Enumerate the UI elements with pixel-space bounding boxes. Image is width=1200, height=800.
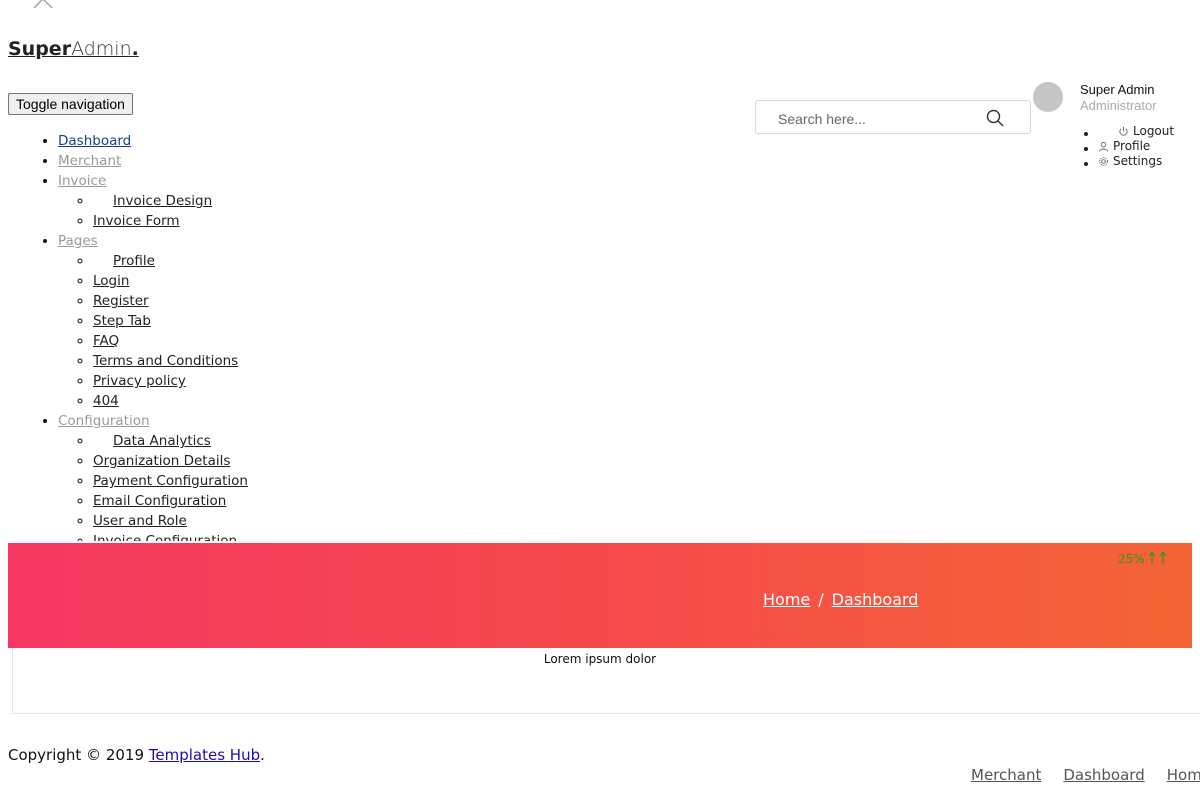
nav-link-invoice[interactable]: Invoice bbox=[58, 173, 106, 189]
nav-item-configuration: Configuration Data Analytics Organizatio… bbox=[58, 411, 600, 541]
power-icon bbox=[1119, 126, 1128, 136]
user-menu-item-logout[interactable]: Logout bbox=[1098, 124, 1174, 139]
nav-link-organization-details[interactable]: Organization Details bbox=[93, 453, 230, 469]
footer-link-home[interactable]: Home bbox=[1167, 766, 1200, 784]
nav-link-configuration[interactable]: Configuration bbox=[58, 413, 150, 429]
breadcrumb-dashboard[interactable]: Dashboard bbox=[832, 590, 919, 609]
nav-link-terms[interactable]: Terms and Conditions bbox=[93, 353, 238, 369]
nav-item-invoice: Invoice Invoice Design Invoice Form bbox=[58, 171, 600, 231]
nav-link-invoice-design[interactable]: Invoice Design bbox=[113, 193, 212, 209]
nav-link-404[interactable]: 404 bbox=[93, 393, 119, 409]
logout-label: Logout bbox=[1133, 124, 1175, 138]
submenu-item: Login bbox=[93, 271, 600, 291]
brand-logo[interactable]: SuperAdmin. bbox=[8, 38, 139, 60]
footer-link-dashboard[interactable]: Dashboard bbox=[1063, 766, 1144, 784]
submenu-item: Payment Configuration bbox=[93, 471, 600, 491]
brand-dot: . bbox=[131, 38, 139, 60]
templates-hub-link[interactable]: Templates Hub bbox=[149, 746, 260, 764]
nav-link-login[interactable]: Login bbox=[93, 273, 129, 289]
nav-link-profile[interactable]: Profile bbox=[113, 253, 155, 269]
submenu-item: Invoice Design bbox=[93, 191, 600, 211]
brand-light: Admin bbox=[71, 38, 132, 60]
submenu-item: Organization Details bbox=[93, 451, 600, 471]
submenu-item: Privacy policy bbox=[93, 371, 600, 391]
breadcrumb: Home / Dashboard bbox=[763, 590, 918, 609]
submenu-item: Terms and Conditions bbox=[93, 351, 600, 371]
gear-icon bbox=[1099, 157, 1108, 166]
profile-label: Profile bbox=[1113, 139, 1151, 153]
submenu-item: FAQ bbox=[93, 331, 600, 351]
nav-link-user-and-role[interactable]: User and Role bbox=[93, 513, 187, 529]
close-icon[interactable] bbox=[32, 0, 54, 10]
breadcrumb-home[interactable]: Home bbox=[763, 590, 810, 609]
nav-link-invoice-form[interactable]: Invoice Form bbox=[93, 213, 180, 229]
nav-link-dashboard[interactable]: Dashboard bbox=[58, 133, 131, 149]
user-icon bbox=[1098, 141, 1109, 152]
nav-link-data-analytics[interactable]: Data Analytics bbox=[113, 433, 211, 449]
user-name[interactable]: Super Admin bbox=[1080, 82, 1154, 97]
user-dropdown-menu: Logout Profile Settings bbox=[1098, 124, 1174, 169]
nav-link-pages[interactable]: Pages bbox=[58, 233, 98, 249]
stat-value: 25% bbox=[1118, 552, 1145, 566]
nav-link-privacy[interactable]: Privacy policy bbox=[93, 373, 186, 389]
arrow-up-icon bbox=[1147, 550, 1167, 564]
nav-list: Dashboard Merchant Invoice Invoice Desig… bbox=[0, 131, 600, 541]
settings-label: Settings bbox=[1113, 154, 1163, 168]
submenu-item: User and Role bbox=[93, 511, 600, 531]
sidebar-nav: Dashboard Merchant Invoice Invoice Desig… bbox=[0, 131, 600, 541]
avatar[interactable] bbox=[1033, 82, 1063, 112]
footer-links: Merchant Dashboard Home bbox=[971, 766, 1200, 784]
page: SuperAdmin. Toggle navigation Super Admi… bbox=[0, 0, 1200, 800]
search-icon[interactable] bbox=[986, 109, 1004, 127]
nav-link-payment-configuration[interactable]: Payment Configuration bbox=[93, 473, 248, 489]
submenu-item: Step Tab bbox=[93, 311, 600, 331]
copyright-prefix: Copyright © 2019 bbox=[8, 746, 149, 764]
nav-link-register[interactable]: Register bbox=[93, 293, 149, 309]
nav-link-email-configuration[interactable]: Email Configuration bbox=[93, 493, 226, 509]
user-menu-item-settings[interactable]: Settings bbox=[1098, 154, 1174, 169]
configuration-submenu: Data Analytics Organization Details Paym… bbox=[58, 431, 600, 541]
nav-link-step-tab[interactable]: Step Tab bbox=[93, 313, 151, 329]
user-menu-item-profile[interactable]: Profile bbox=[1098, 139, 1174, 154]
submenu-item: Invoice Form bbox=[93, 211, 600, 231]
submenu-item: Invoice Configuration bbox=[93, 531, 600, 541]
card-text: Lorem ipsum dolor bbox=[543, 652, 657, 666]
search-input[interactable] bbox=[776, 108, 980, 130]
toggle-navigation-button[interactable]: Toggle navigation bbox=[8, 93, 133, 115]
nav-item-pages: Pages Profile Login Register Step Tab FA… bbox=[58, 231, 600, 411]
submenu-item: Email Configuration bbox=[93, 491, 600, 511]
nav-link-merchant[interactable]: Merchant bbox=[58, 153, 121, 169]
breadcrumb-separator: / bbox=[818, 590, 824, 609]
nav-item-merchant: Merchant bbox=[58, 151, 600, 171]
submenu-item: Profile bbox=[93, 251, 600, 271]
invoice-submenu: Invoice Design Invoice Form bbox=[58, 191, 600, 231]
page-header-banner: 25% Home / Dashboard bbox=[8, 543, 1192, 648]
submenu-item: Data Analytics bbox=[93, 431, 600, 451]
nav-link-faq[interactable]: FAQ bbox=[93, 333, 119, 349]
stat-badge: 25% bbox=[1118, 550, 1171, 566]
nav-link-invoice-configuration[interactable]: Invoice Configuration bbox=[93, 533, 237, 541]
nav-item-dashboard: Dashboard bbox=[58, 131, 600, 151]
copyright-suffix: . bbox=[260, 746, 265, 764]
search-box bbox=[755, 100, 1031, 134]
user-role: Administrator bbox=[1080, 98, 1157, 113]
submenu-item: 404 bbox=[93, 391, 600, 411]
brand-bold: Super bbox=[8, 38, 72, 60]
pages-submenu: Profile Login Register Step Tab FAQ Term… bbox=[58, 251, 600, 411]
footer-link-merchant[interactable]: Merchant bbox=[971, 766, 1041, 784]
submenu-item: Register bbox=[93, 291, 600, 311]
footer-copyright: Copyright © 2019 Templates Hub. bbox=[8, 746, 265, 764]
